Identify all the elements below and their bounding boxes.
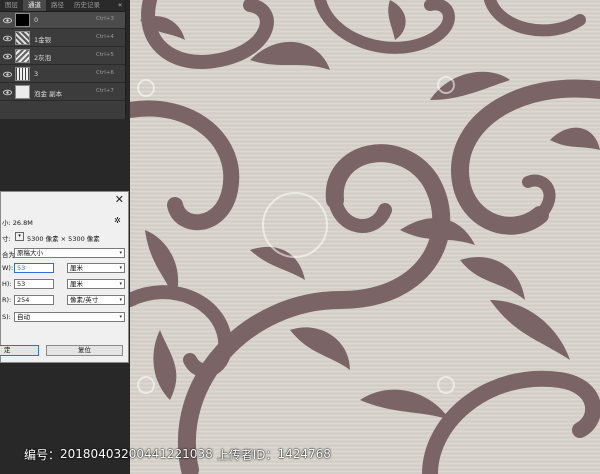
width-unit-value: 厘米 — [70, 264, 83, 272]
channel-row[interactable]: 1金银 Ctrl+4 — [0, 30, 125, 47]
watermark-caption: 编号： 20180403200441221038 上传者ID： 1424768 — [0, 434, 600, 474]
gear-icon[interactable]: ✲ — [114, 216, 121, 225]
channels-panel: 图层 通道 路径 历史记录 « 0 Ctrl+3 1金银 Ctrl+4 2灰泡 … — [0, 0, 126, 119]
dimensions-dropdown-icon[interactable]: ▾ — [15, 232, 24, 241]
document-canvas[interactable] — [130, 0, 600, 474]
resample-label: S): — [2, 313, 11, 321]
width-unit-select[interactable]: 厘米 ▾ — [67, 263, 125, 273]
width-label: W): — [2, 264, 14, 272]
eye-icon[interactable] — [3, 16, 12, 25]
channel-shortcut: Ctrl+3 — [96, 16, 114, 22]
chevron-down-icon: ▾ — [119, 250, 122, 256]
height-unit-value: 厘米 — [70, 280, 83, 288]
dimensions-label: 寸: — [2, 235, 11, 243]
resolution-unit-value: 像素/英寸 — [70, 296, 99, 304]
channel-thumbnail — [15, 49, 30, 63]
reset-button[interactable]: 复位 — [46, 345, 123, 356]
channel-shortcut: Ctrl+4 — [96, 34, 114, 40]
resolution-input[interactable]: 254 — [14, 295, 54, 305]
damask-ornament-pattern — [130, 0, 600, 474]
channel-shortcut: Ctrl+5 — [96, 52, 114, 58]
eye-icon[interactable] — [3, 70, 12, 79]
height-input[interactable]: 53 — [14, 279, 54, 289]
resolution-label: R): — [2, 296, 12, 304]
channel-name: 0 — [34, 16, 39, 24]
panel-tab-bar: 图层 通道 路径 历史记录 — [0, 0, 125, 12]
channel-name: 3 — [34, 70, 39, 78]
watermark-uploader-value: 1424768 — [277, 447, 331, 461]
watermark-id-label: 编号： — [24, 447, 61, 462]
tab-paths[interactable]: 路径 — [46, 0, 69, 11]
image-size-label: 小: 26.8M — [2, 219, 33, 227]
width-input[interactable]: 53 — [14, 263, 54, 273]
chevron-down-icon: ▾ — [119, 265, 122, 271]
image-size-value: 26.8M — [12, 219, 33, 227]
height-unit-select[interactable]: 厘米 ▾ — [67, 279, 125, 289]
fit-to-value: 原稿大小 — [17, 249, 43, 257]
channel-row[interactable]: 泡金 副本 Ctrl+7 — [0, 84, 125, 101]
fit-to-select[interactable]: 原稿大小 ▾ — [14, 248, 125, 258]
channel-name: 1金银 — [34, 36, 52, 44]
channel-shortcut: Ctrl+6 — [96, 70, 114, 76]
eye-icon[interactable] — [3, 88, 12, 97]
resolution-unit-select[interactable]: 像素/英寸 ▾ — [67, 295, 125, 305]
channel-thumbnail — [15, 67, 30, 81]
channel-thumbnail — [15, 85, 30, 99]
close-icon[interactable]: ✕ — [115, 194, 124, 206]
channel-row[interactable]: 3 Ctrl+6 — [0, 66, 125, 83]
ok-button[interactable]: 定 — [0, 345, 39, 356]
image-size-dialog: ✕ 小: 26.8M ✲ 寸: ▾ 5300 像素 × 5300 像素 合为: … — [0, 191, 129, 363]
channel-thumbnail — [15, 31, 30, 45]
ok-button-label: 定 — [4, 346, 11, 354]
tab-history[interactable]: 历史记录 — [69, 0, 105, 11]
eye-icon[interactable] — [3, 52, 12, 61]
channel-name: 泡金 副本 — [34, 90, 63, 98]
channel-name: 2灰泡 — [34, 54, 52, 62]
chevron-down-icon: ▾ — [119, 297, 122, 303]
watermark-id-value: 20180403200441221038 — [60, 447, 213, 461]
tab-channels[interactable]: 通道 — [23, 0, 46, 11]
watermark-uploader-label: 上传者ID： — [216, 447, 278, 462]
resample-select[interactable]: 自动 ▾ — [14, 312, 125, 322]
chevron-down-icon: ▾ — [119, 281, 122, 287]
channel-thumbnail — [15, 13, 30, 27]
dimensions-value: 5300 像素 × 5300 像素 — [27, 235, 100, 243]
resample-value: 自动 — [17, 313, 30, 321]
channel-row[interactable]: 0 Ctrl+3 — [0, 12, 125, 29]
eye-icon[interactable] — [3, 34, 12, 43]
tab-layers[interactable]: 图层 — [0, 0, 23, 11]
chevron-down-icon: ▾ — [119, 314, 122, 320]
collapse-panel-button[interactable]: « — [116, 0, 124, 11]
channel-shortcut: Ctrl+7 — [96, 88, 114, 94]
channel-row[interactable]: 2灰泡 Ctrl+5 — [0, 48, 125, 65]
height-label: H): — [2, 280, 12, 288]
